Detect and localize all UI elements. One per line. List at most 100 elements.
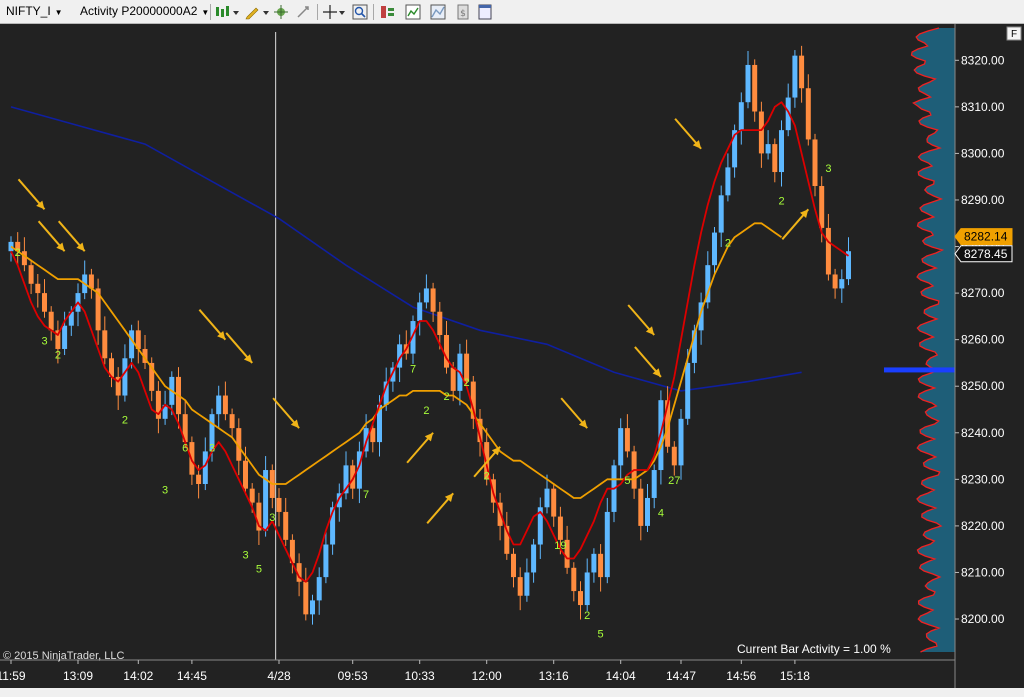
last-price-marker: 8278.45 (954, 245, 1013, 263)
crosshair-icon[interactable] (322, 4, 346, 20)
count-label: 5 (598, 629, 604, 641)
candle-down (196, 474, 202, 484)
last-price-orange-marker: 8282.14 (954, 228, 1013, 246)
time-tick-label: 15:18 (780, 669, 810, 683)
template-selector[interactable]: Activity P20000000A2 ▼ (80, 3, 209, 20)
pencil-icon[interactable] (244, 4, 270, 20)
panel-f-button-label: F (1011, 29, 1017, 40)
cursor-icon[interactable] (295, 4, 311, 20)
count-label: 2 (584, 610, 590, 622)
window-icon[interactable] (477, 4, 493, 20)
price-tick-label: 8210.00 (961, 565, 1005, 579)
candle-up (423, 288, 429, 303)
count-label: 27 (668, 475, 680, 487)
candle-up (604, 511, 610, 578)
count-label: 3 (242, 549, 248, 561)
candle-down (243, 460, 248, 489)
price-tick-label: 8260.00 (961, 333, 1005, 347)
time-tick-label: 09:53 (338, 669, 368, 683)
count-label: 7 (363, 489, 369, 501)
candle-down (35, 283, 41, 294)
count-label: 5 (256, 563, 262, 575)
candle-up (584, 572, 590, 606)
candle-up (316, 577, 322, 601)
candle-down (758, 111, 764, 154)
price-tick-label: 8290.00 (961, 193, 1005, 207)
candle-up (779, 130, 784, 173)
price-tick-label: 8320.00 (961, 53, 1005, 67)
candle-up (216, 395, 222, 415)
time-tick-label: 14:56 (726, 669, 756, 683)
count-label: 19 (554, 540, 566, 552)
candle-up (618, 428, 624, 466)
time-tick-label: 13:16 (539, 669, 569, 683)
candle-up (129, 330, 135, 359)
candle-down (276, 497, 282, 512)
candle-down (832, 274, 838, 289)
candle-down (249, 488, 255, 503)
count-label: 2 (122, 414, 128, 426)
candle-up (531, 544, 537, 573)
bar-type-icon[interactable] (214, 4, 240, 20)
candle-up (678, 418, 684, 466)
candle-down (598, 553, 604, 578)
price-tick-label: 8240.00 (961, 426, 1005, 440)
count-label: 2 (778, 196, 784, 208)
candle-up (417, 302, 423, 322)
price-tick-label: 8220.00 (961, 519, 1005, 533)
panel-f-button[interactable]: F (1006, 26, 1022, 41)
candle-down (48, 311, 54, 331)
count-label: 2 (464, 377, 470, 389)
window-bottom-edge (0, 688, 1024, 697)
candle-up (651, 470, 657, 498)
candle-up (685, 362, 691, 419)
count-label: 2 (484, 470, 490, 482)
candle-down (102, 330, 108, 359)
candle-up (323, 544, 329, 578)
time-tick-label: 14:02 (123, 669, 153, 683)
count-label: 2 (15, 247, 21, 259)
properties-icon[interactable] (380, 4, 396, 20)
candle-up (202, 451, 208, 484)
instrument-selector[interactable]: NIFTY_I ▼ (6, 3, 63, 20)
zoom-icon[interactable] (352, 4, 368, 20)
candle-up (718, 195, 724, 233)
candle-up (738, 102, 744, 131)
candle-down (283, 511, 289, 540)
copyright-text: © 2015 NinjaTrader, LLC (3, 650, 124, 662)
price-chart[interactable]: 23226 3333577222219255427223 8320.008310.… (0, 24, 1024, 688)
candle-up (591, 553, 597, 573)
time-tick-label: 14:45 (177, 669, 207, 683)
current-bar-activity: Current Bar Activity = 1.00 % (737, 642, 891, 656)
price-tick-label: 8310.00 (961, 100, 1005, 114)
price-tick-label: 8200.00 (961, 612, 1005, 626)
candle-up (544, 488, 550, 508)
price-marker-label: 8278.45 (964, 247, 1008, 261)
candle-up (62, 325, 68, 349)
toolbar-divider (317, 4, 318, 20)
candle-down (571, 567, 577, 592)
time-tick-label: 10:33 (405, 669, 435, 683)
chart-toolbar: NIFTY_I ▼ Activity P20000000A2 ▼ $ (0, 0, 1024, 24)
candle-up (839, 279, 845, 289)
candle-down (805, 88, 811, 140)
data-box-icon[interactable] (405, 4, 421, 20)
price-tick-label: 8300.00 (961, 146, 1005, 160)
candle-down (812, 139, 818, 187)
candle-down (638, 488, 644, 526)
candle-down (772, 144, 778, 173)
template-icon[interactable]: $ (455, 4, 471, 20)
point-of-control-bar (884, 367, 955, 373)
candle-down (799, 55, 805, 89)
time-tick-label: 11:59 (0, 669, 26, 683)
candle-up (645, 497, 650, 526)
chart-style-icon[interactable] (430, 4, 446, 20)
crosshair-add-icon[interactable] (273, 4, 289, 20)
candle-down (624, 428, 630, 452)
count-label: 4 (658, 508, 664, 520)
count-label: 7 (410, 363, 416, 375)
candle-down (752, 64, 758, 112)
svg-text:$: $ (460, 9, 466, 19)
count-label: 3 (41, 335, 47, 347)
candle-down (578, 591, 583, 606)
